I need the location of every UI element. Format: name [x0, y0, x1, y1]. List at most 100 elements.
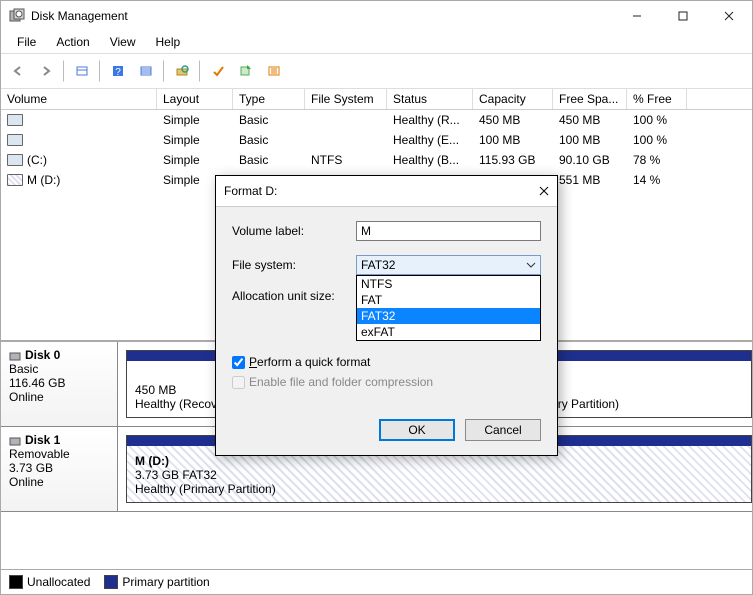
disk-header[interactable]: Disk 1 Removable 3.73 GB Online: [1, 427, 118, 511]
toolbar-separator: [199, 60, 201, 82]
menu-action[interactable]: Action: [46, 33, 99, 51]
settings-button[interactable]: [261, 58, 287, 84]
cell-fs: NTFS: [305, 150, 387, 170]
titlebar: Disk Management: [1, 1, 752, 31]
disk-name: Disk 0: [25, 348, 60, 362]
cell-pct: 14 %: [627, 170, 687, 190]
disk-status: Online: [9, 475, 109, 489]
cell-layout: Simple: [157, 110, 233, 130]
cell-type: Basic: [233, 150, 305, 170]
cell-pct: 100 %: [627, 130, 687, 150]
volume-icon: [7, 174, 23, 186]
disk-icon: [9, 350, 21, 362]
disk-size: 116.46 GB: [9, 376, 109, 390]
cell-status: Healthy (B...: [387, 150, 473, 170]
quick-format-check[interactable]: [232, 356, 245, 369]
toolbar-separator: [63, 60, 65, 82]
partition-status: Healthy (Primary Partition): [135, 482, 276, 496]
cell-free: 551 MB: [553, 170, 627, 190]
chevron-down-icon: [526, 260, 536, 270]
back-button[interactable]: [5, 58, 31, 84]
volume-icon: [7, 114, 23, 126]
cell-free: 450 MB: [553, 110, 627, 130]
compression-checkbox: Enable file and folder compression: [232, 375, 541, 389]
col-capacity[interactable]: Capacity: [473, 89, 553, 109]
panel-button[interactable]: [69, 58, 95, 84]
partition-size: 450 MB: [135, 383, 176, 397]
filesystem-dropdown[interactable]: NTFS FAT FAT32 exFAT: [356, 275, 541, 341]
menu-file[interactable]: File: [7, 33, 46, 51]
minimize-button[interactable]: [614, 1, 660, 31]
partition-size: 3.73 GB FAT32: [135, 468, 217, 482]
maximize-button[interactable]: [660, 1, 706, 31]
allocation-unit-size-label: Allocation unit size:: [232, 289, 356, 303]
fs-option-exfat[interactable]: exFAT: [357, 324, 540, 340]
dialog-titlebar: Format D:: [216, 176, 557, 207]
app-icon: [9, 8, 25, 24]
cell-pct: 100 %: [627, 110, 687, 130]
menubar: File Action View Help: [1, 31, 752, 54]
cell-status: Healthy (E...: [387, 130, 473, 150]
volume-icon: [7, 134, 23, 146]
volume-label-label: Volume label:: [232, 224, 356, 238]
volume-icon: [7, 154, 23, 166]
list-button[interactable]: [133, 58, 159, 84]
col-filesystem[interactable]: File System: [305, 89, 387, 109]
filesystem-select[interactable]: FAT32 NTFS FAT FAT32 exFAT: [356, 255, 541, 275]
help-button[interactable]: ?: [105, 58, 131, 84]
menu-help[interactable]: Help: [146, 33, 191, 51]
cell-layout: Simple: [157, 150, 233, 170]
fs-option-fat32[interactable]: FAT32: [357, 308, 540, 324]
cell-fs: [305, 130, 387, 150]
disk-name: Disk 1: [25, 433, 60, 447]
volume-name: M (D:): [27, 173, 60, 187]
cell-capacity: 450 MB: [473, 110, 553, 130]
menu-view[interactable]: View: [100, 33, 146, 51]
table-row[interactable]: SimpleBasicHealthy (R...450 MB450 MB100 …: [1, 110, 752, 130]
partition-title: M (D:): [135, 454, 169, 468]
cell-free: 100 MB: [553, 130, 627, 150]
refresh-button[interactable]: [169, 58, 195, 84]
volume-name: (C:): [27, 153, 47, 167]
volume-label-input[interactable]: [356, 221, 541, 241]
disk-type: Basic: [9, 362, 109, 376]
col-layout[interactable]: Layout: [157, 89, 233, 109]
cell-capacity: 115.93 GB: [473, 150, 553, 170]
legend-primary: Primary partition: [122, 575, 209, 589]
dialog-close-button[interactable]: [539, 186, 549, 196]
toolbar-separator: [163, 60, 165, 82]
legend-swatch-primary: [104, 575, 118, 589]
cell-status: Healthy (R...: [387, 110, 473, 130]
window-title: Disk Management: [31, 9, 614, 23]
rescan-button[interactable]: [233, 58, 259, 84]
toolbar-separator: [99, 60, 101, 82]
cell-fs: [305, 110, 387, 130]
svg-text:?: ?: [115, 67, 121, 78]
format-dialog: Format D: Volume label: File system: FAT…: [215, 175, 558, 456]
col-free[interactable]: Free Spa...: [553, 89, 627, 109]
disk-size: 3.73 GB: [9, 461, 109, 475]
ok-button[interactable]: OK: [379, 419, 455, 441]
apply-button[interactable]: [205, 58, 231, 84]
fs-option-ntfs[interactable]: NTFS: [357, 276, 540, 292]
disk-type: Removable: [9, 447, 109, 461]
disk-icon: [9, 435, 21, 447]
col-status[interactable]: Status: [387, 89, 473, 109]
col-pctfree[interactable]: % Free: [627, 89, 687, 109]
legend: Unallocated Primary partition: [1, 569, 752, 594]
disk-header[interactable]: Disk 0 Basic 116.46 GB Online: [1, 342, 118, 426]
table-row[interactable]: SimpleBasicHealthy (E...100 MB100 MB100 …: [1, 130, 752, 150]
cancel-button[interactable]: Cancel: [465, 419, 541, 441]
toolbar: ?: [1, 54, 752, 89]
forward-button[interactable]: [33, 58, 59, 84]
fs-option-fat[interactable]: FAT: [357, 292, 540, 308]
cell-type: Basic: [233, 110, 305, 130]
cell-type: Basic: [233, 130, 305, 150]
quick-format-checkbox[interactable]: Perform a quick format: [232, 355, 541, 369]
cell-capacity: 100 MB: [473, 130, 553, 150]
col-type[interactable]: Type: [233, 89, 305, 109]
dialog-title: Format D:: [224, 184, 539, 198]
close-button[interactable]: [706, 1, 752, 31]
col-volume[interactable]: Volume: [1, 89, 157, 109]
table-row[interactable]: (C:) SimpleBasicNTFSHealthy (B...115.93 G…: [1, 150, 752, 170]
